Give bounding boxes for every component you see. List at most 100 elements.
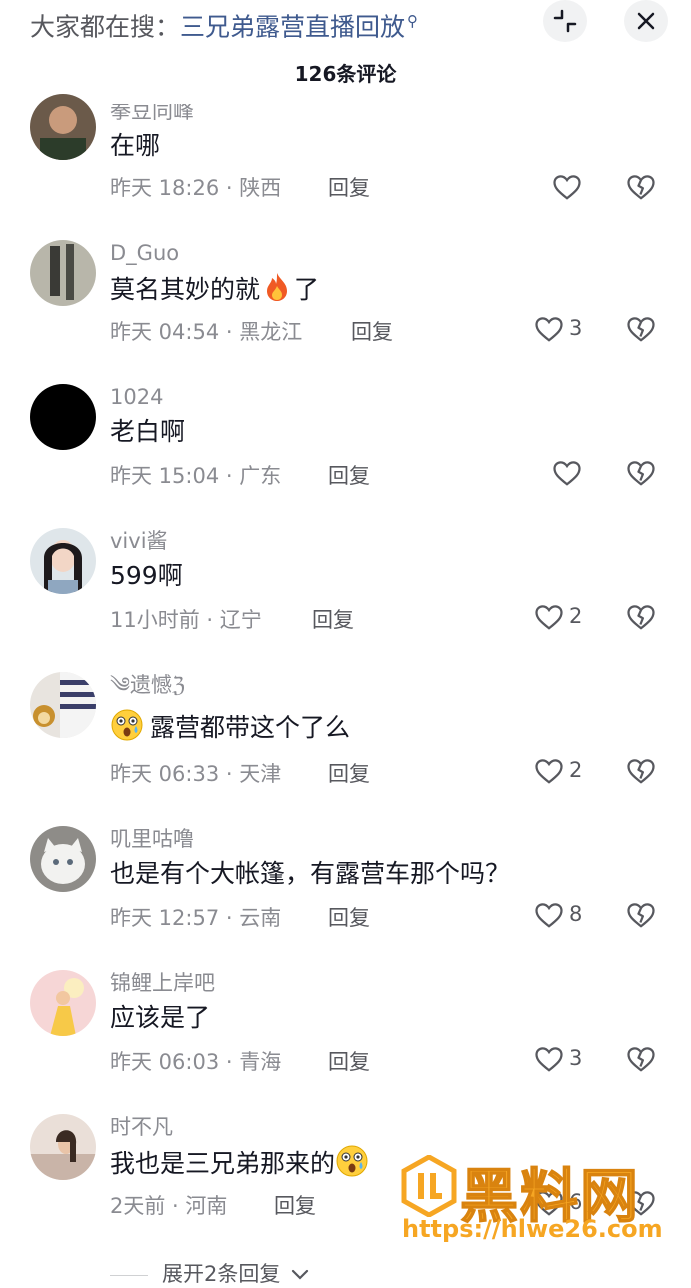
- comment-username[interactable]: 叽里咕噜: [110, 826, 194, 852]
- comment-text: 599啊: [110, 561, 183, 590]
- broken-heart-icon: [627, 605, 655, 630]
- like-button[interactable]: [552, 458, 612, 490]
- avatar[interactable]: [30, 94, 96, 160]
- expand-replies-button[interactable]: 展开2条回复: [110, 1258, 309, 1288]
- comment-location: 天津: [239, 762, 282, 786]
- reply-button[interactable]: 回复: [328, 174, 370, 202]
- dislike-button[interactable]: [626, 1044, 658, 1076]
- dislike-button[interactable]: [626, 172, 658, 204]
- like-button[interactable]: 2: [534, 602, 594, 634]
- broken-heart-icon: [627, 759, 655, 784]
- comment-time: 昨天 04:54: [110, 320, 220, 344]
- comment-time: 昨天 15:04: [110, 464, 220, 488]
- heart-icon: [553, 175, 581, 200]
- comment-text-part: 露营都带这个了么: [150, 713, 351, 742]
- heart-icon: [535, 759, 563, 784]
- reply-button[interactable]: 回复: [328, 462, 370, 490]
- avatar[interactable]: [30, 240, 96, 306]
- comment-username[interactable]: 时不凡: [110, 1114, 173, 1140]
- shocked-face-emoji: [336, 1145, 368, 1177]
- avatar[interactable]: [30, 384, 96, 450]
- comment-location: 青海: [239, 1050, 282, 1074]
- comment-text: 应该是了: [110, 1003, 211, 1032]
- comment-text: 老白啊: [110, 417, 186, 446]
- top-bar: 大家都在搜：三兄弟露营直播回放 ⚲: [0, 0, 691, 44]
- like-count: 8: [569, 902, 583, 926]
- broken-heart-icon: [627, 461, 655, 486]
- comment-time: 昨天 06:03: [110, 1050, 220, 1074]
- dislike-button[interactable]: [626, 314, 658, 346]
- heart-icon: [535, 605, 563, 630]
- like-count: 2: [569, 604, 583, 628]
- comment-text-part: 莫名其妙的就: [110, 275, 261, 304]
- comment-item: D_Guo 莫名其妙的就 了 昨天 04:54 · 黑龙江 回复 3: [0, 240, 691, 384]
- heart-icon: [535, 317, 563, 342]
- reply-button[interactable]: 回复: [328, 904, 370, 932]
- avatar[interactable]: [30, 970, 96, 1036]
- comment-meta: 昨天 06:03 · 青海: [110, 1050, 282, 1074]
- fire-emoji: [267, 273, 288, 301]
- avatar[interactable]: [30, 826, 96, 892]
- comment-username[interactable]: 锦鲤上岸吧: [110, 970, 215, 996]
- comment-text-part: 了: [294, 275, 320, 304]
- comment-count-title: 126条评论: [294, 62, 397, 86]
- close-icon: [637, 12, 655, 30]
- reply-button[interactable]: 回复: [274, 1192, 316, 1220]
- like-button[interactable]: 3: [534, 1044, 594, 1076]
- reply-button[interactable]: 回复: [351, 318, 393, 346]
- comment-location: 黑龙江: [239, 320, 303, 344]
- comment-location: 辽宁: [219, 608, 262, 632]
- dislike-button[interactable]: [626, 602, 658, 634]
- comment-username[interactable]: ༄遗憾ℨ: [110, 672, 185, 698]
- comment-location: 陕西: [239, 176, 282, 200]
- comment-time: 昨天 06:33: [110, 762, 220, 786]
- comment-username[interactable]: D_Guo: [110, 240, 179, 266]
- comment-text: 露营都带这个了么: [110, 708, 350, 746]
- avatar[interactable]: [30, 672, 96, 738]
- dislike-button[interactable]: [626, 458, 658, 490]
- avatar[interactable]: [30, 528, 96, 594]
- comment-location: 广东: [239, 464, 282, 488]
- search-icon: ⚲: [407, 12, 419, 30]
- comment-item: 1024 老白啊 昨天 15:04 · 广东 回复: [0, 384, 691, 528]
- comment-text: 在哪: [110, 131, 161, 160]
- comment-item: 叽里咕噜 也是有个大帐篷，有露营车那个吗？ 昨天 12:57 · 云南 回复 8: [0, 826, 691, 970]
- divider: [110, 1274, 148, 1276]
- like-count: 2: [569, 758, 583, 782]
- heart-icon: [535, 1047, 563, 1072]
- reply-button[interactable]: 回复: [328, 1048, 370, 1076]
- expand-replies-label: 展开2条回复: [162, 1262, 281, 1286]
- reply-button[interactable]: 回复: [328, 760, 370, 788]
- like-button[interactable]: 8: [534, 900, 594, 932]
- shocked-face-emoji: [111, 709, 143, 741]
- comment-item: 拳豆同峰 在哪 昨天 18:26 · 陕西 回复: [0, 94, 691, 238]
- comment-time: 昨天 18:26: [110, 176, 220, 200]
- comment-username[interactable]: vivi酱: [110, 528, 168, 554]
- close-button[interactable]: [624, 0, 668, 42]
- comment-meta: 昨天 06:33 · 天津: [110, 762, 282, 786]
- collapse-button[interactable]: [543, 0, 587, 42]
- like-button[interactable]: 3: [534, 314, 594, 346]
- watermark: 黑料网 https://hlwe26.com: [400, 1155, 663, 1250]
- like-button[interactable]: [552, 172, 612, 204]
- avatar[interactable]: [30, 1114, 96, 1180]
- comment-meta: 昨天 04:54 · 黑龙江: [110, 320, 303, 344]
- search-prefix: 大家都在搜：: [30, 12, 181, 42]
- comment-meta: 昨天 15:04 · 广东: [110, 464, 282, 488]
- comment-text: 也是有个大帐篷，有露营车那个吗？: [110, 859, 511, 888]
- comment-location: 河南: [185, 1194, 228, 1218]
- comment-text: 我也是三兄弟那来的: [110, 1144, 369, 1182]
- search-hint[interactable]: 大家都在搜：三兄弟露营直播回放 ⚲: [30, 6, 418, 42]
- comment-username[interactable]: 拳豆同峰: [110, 104, 194, 124]
- heart-icon: [535, 903, 563, 928]
- like-button[interactable]: 2: [534, 756, 594, 788]
- comment-time: 2天前: [110, 1194, 166, 1218]
- comment-username[interactable]: 1024: [110, 384, 163, 410]
- dislike-button[interactable]: [626, 900, 658, 932]
- watermark-logo-icon: [401, 1155, 457, 1217]
- search-suggestion-link[interactable]: 三兄弟露营直播回放: [180, 12, 405, 41]
- comment-time: 昨天 12:57: [110, 906, 220, 930]
- dislike-button[interactable]: [626, 756, 658, 788]
- comment-item: vivi酱 599啊 11小时前 · 辽宁 回复 2: [0, 528, 691, 672]
- reply-button[interactable]: 回复: [312, 606, 354, 634]
